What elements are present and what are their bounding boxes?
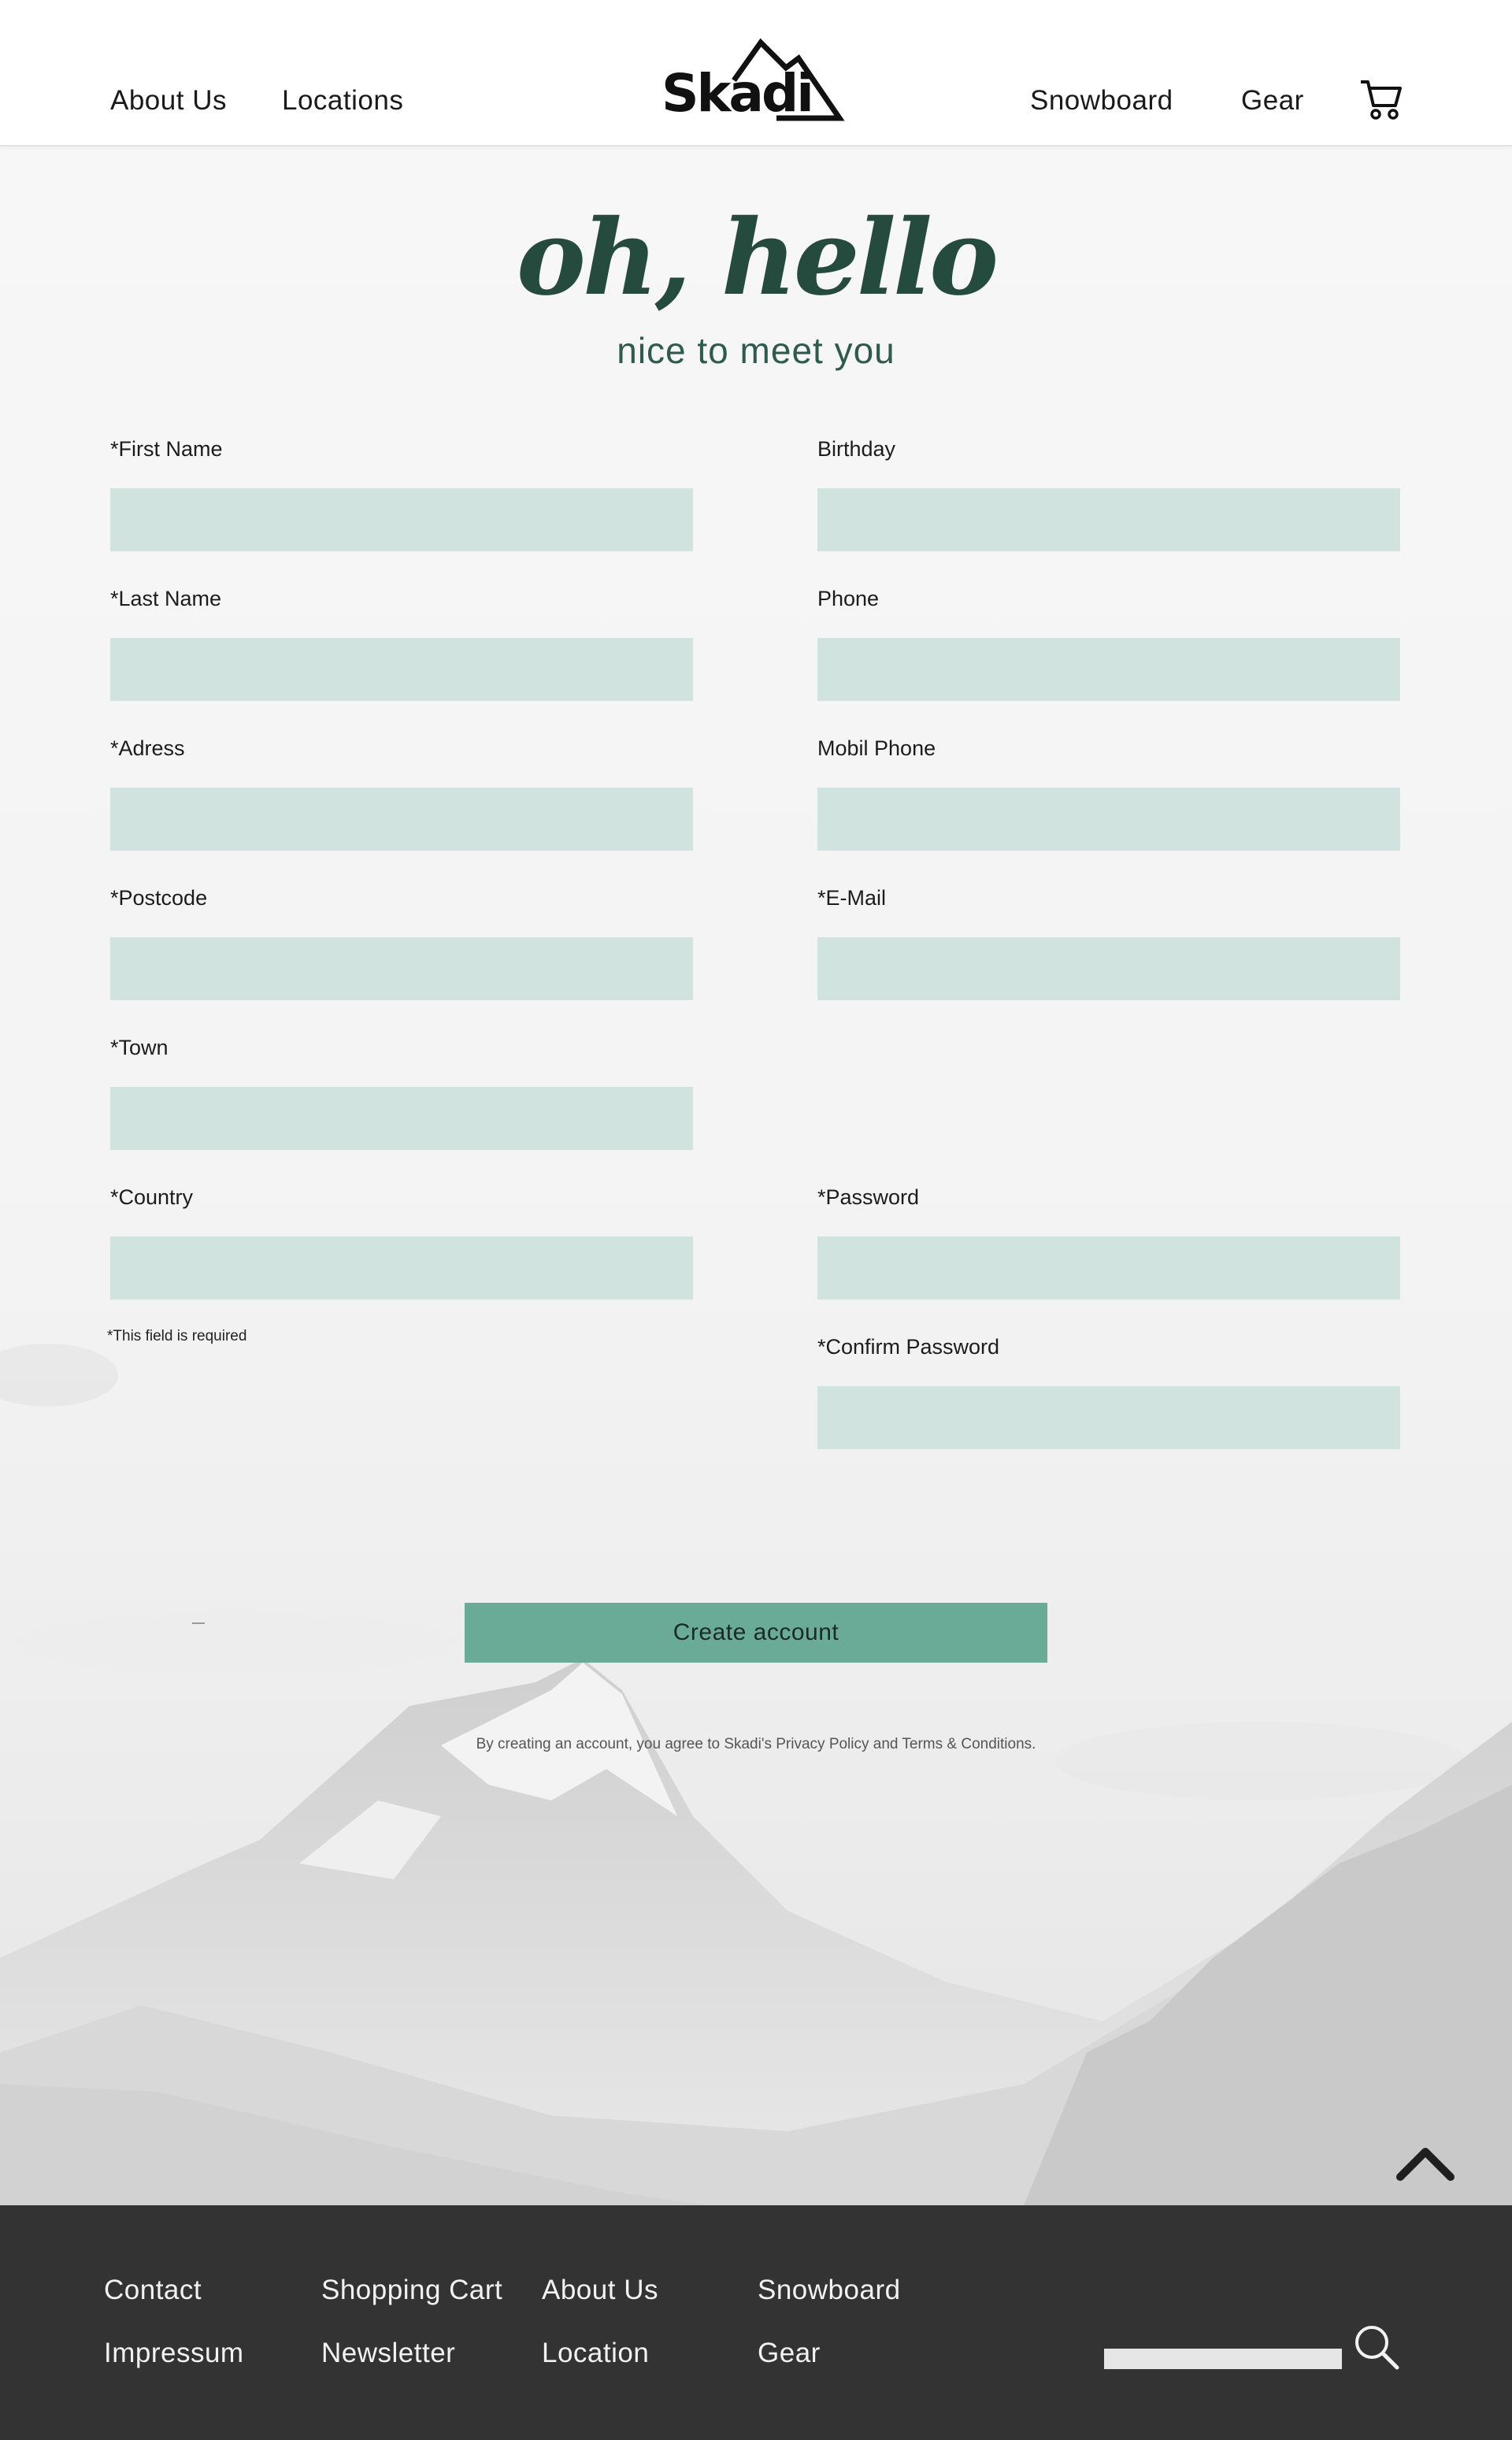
confirm-password-input[interactable]: [817, 1386, 1400, 1449]
postcode-label: *Postcode: [110, 886, 208, 910]
birthday-label: Birthday: [817, 437, 896, 461]
footer-link-contact[interactable]: Contact: [104, 2275, 202, 2306]
town-label: *Town: [110, 1036, 169, 1059]
phone-label: Phone: [817, 587, 880, 610]
nav-about-us[interactable]: About Us: [110, 85, 227, 117]
phone-input[interactable]: [817, 638, 1400, 701]
site-header: About Us Locations Skadi Snowboard Gear: [0, 0, 1512, 146]
footer-link-newsletter[interactable]: Newsletter: [321, 2338, 455, 2369]
terms-text: By creating an account, you agree to Ska…: [476, 1736, 1036, 1752]
first-name-group: *First Name: [110, 433, 693, 551]
footer-link-snowboard[interactable]: Snowboard: [758, 2275, 901, 2306]
skadi-logo[interactable]: Skadi: [658, 36, 852, 124]
mobile-phone-group: Mobil Phone: [817, 732, 1400, 851]
birthday-input[interactable]: [817, 488, 1400, 551]
first-name-input[interactable]: [110, 488, 693, 551]
town-input[interactable]: [110, 1087, 693, 1150]
town-group: *Town: [110, 1032, 693, 1150]
footer-link-gear[interactable]: Gear: [758, 2338, 821, 2369]
password-input[interactable]: [817, 1237, 1400, 1300]
chevron-up-icon[interactable]: [1395, 2145, 1455, 2182]
password-group: *Password: [817, 1181, 1400, 1300]
country-label: *Country: [110, 1185, 194, 1209]
country-group: *Country: [110, 1181, 693, 1300]
last-name-group: *Last Name: [110, 583, 693, 701]
confirm-password-group: *Confirm Password: [817, 1331, 1400, 1449]
footer-search-input[interactable]: [1104, 2349, 1342, 2369]
address-group: *Adress: [110, 732, 693, 851]
postcode-input[interactable]: [110, 937, 693, 1000]
footer-link-location[interactable]: Location: [542, 2338, 649, 2369]
shopping-cart-icon[interactable]: [1359, 79, 1403, 121]
footer-link-shopping-cart[interactable]: Shopping Cart: [321, 2275, 502, 2306]
first-name-label: *First Name: [110, 437, 223, 461]
divider-mark: [192, 1622, 205, 1624]
required-note: *This field is required: [107, 1328, 247, 1344]
last-name-input[interactable]: [110, 638, 693, 701]
search-icon[interactable]: [1353, 2323, 1400, 2371]
email-group: *E-Mail: [817, 882, 1400, 1000]
footer-link-impressum[interactable]: Impressum: [104, 2338, 244, 2369]
last-name-label: *Last Name: [110, 587, 222, 610]
site-footer: [0, 2205, 1512, 2440]
footer-link-about-us[interactable]: About Us: [542, 2275, 658, 2306]
country-input[interactable]: [110, 1237, 693, 1300]
nav-gear[interactable]: Gear: [1241, 85, 1304, 117]
create-account-button[interactable]: Create account: [465, 1603, 1047, 1663]
mobile-phone-label: Mobil Phone: [817, 736, 936, 760]
nav-snowboard[interactable]: Snowboard: [1030, 85, 1173, 117]
mobile-phone-input[interactable]: [817, 788, 1400, 851]
page-title: oh, hello: [516, 197, 999, 319]
nav-locations[interactable]: Locations: [282, 85, 403, 117]
email-input[interactable]: [817, 937, 1400, 1000]
logo-text: Skadi: [662, 63, 814, 124]
address-label: *Adress: [110, 736, 185, 760]
email-label: *E-Mail: [817, 886, 887, 910]
password-label: *Password: [817, 1185, 920, 1209]
postcode-group: *Postcode: [110, 882, 693, 1000]
page-subtitle: nice to meet you: [617, 330, 895, 371]
phone-group: Phone: [817, 583, 1400, 701]
address-input[interactable]: [110, 788, 693, 851]
confirm-password-label: *Confirm Password: [817, 1335, 1000, 1359]
birthday-group: Birthday: [817, 433, 1400, 551]
